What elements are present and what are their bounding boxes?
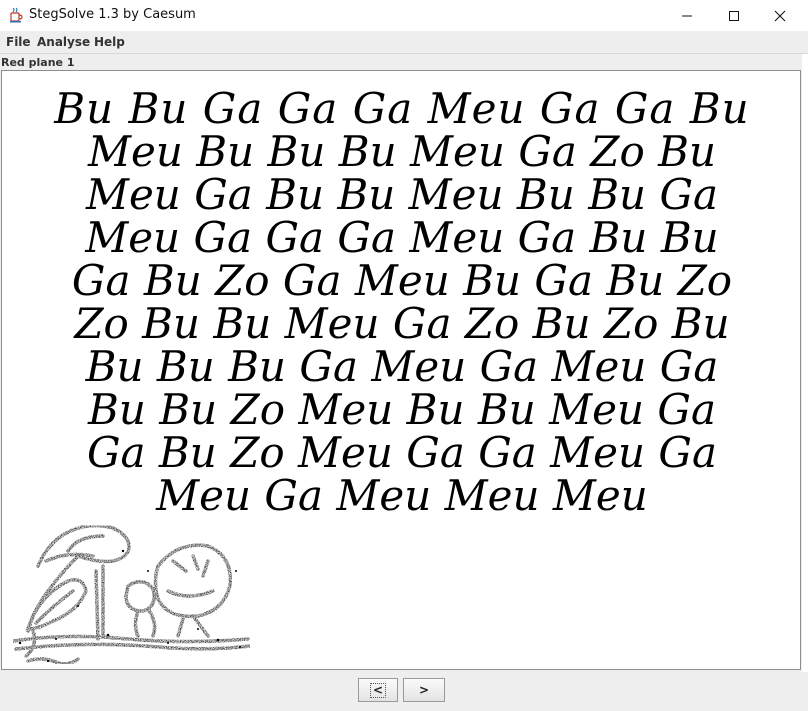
close-button[interactable] (757, 0, 803, 31)
maximize-button[interactable] (711, 0, 757, 31)
window-title: StegSolve 1.3 by Caesum (29, 7, 196, 22)
doodle-illustration (11, 523, 252, 666)
image-text-line: Meu Ga Bu Bu Meu Bu Bu Ga (85, 170, 719, 219)
close-icon (774, 10, 786, 21)
next-plane-label: > (418, 683, 430, 697)
image-text-block: Bu Bu Ga Ga Ga Meu Ga Ga Bu Meu Bu Bu Bu… (2, 84, 800, 517)
menu-help[interactable]: Help (94, 35, 125, 49)
previous-plane-label: < (369, 682, 387, 698)
stegsolve-window: StegSolve 1.3 by Caesum File Analyse Hel… (0, 0, 808, 711)
minimize-button[interactable] (664, 0, 710, 31)
image-view[interactable]: Bu Bu Ga Ga Ga Meu Ga Ga Bu Meu Bu Bu Bu… (1, 70, 801, 670)
menu-separator (0, 53, 808, 54)
plane-label: Red plane 1 (1, 56, 75, 69)
image-text-line: Meu Ga Ga Ga Meu Ga Bu Bu (85, 213, 719, 262)
menu-bar: File Analyse Help (0, 31, 808, 53)
image-text-line: Ga Bu Zo Ga Meu Bu Ga Bu Zo (71, 256, 733, 305)
right-edge (802, 54, 808, 672)
previous-plane-button[interactable]: < (358, 678, 398, 702)
bottom-nav-bar: < > (0, 672, 808, 711)
menu-analyse[interactable]: Analyse (37, 35, 90, 49)
next-plane-button[interactable]: > (403, 678, 445, 702)
minimize-icon (682, 15, 692, 16)
image-text-line: Bu Bu Bu Ga Meu Ga Meu Ga (85, 342, 719, 391)
menu-file[interactable]: File (6, 35, 31, 49)
image-text-line: Meu Bu Bu Bu Meu Ga Zo Bu (88, 127, 716, 176)
image-text-line: Bu Bu Zo Meu Bu Bu Meu Ga (88, 385, 716, 434)
maximize-icon (729, 10, 739, 21)
title-bar[interactable]: StegSolve 1.3 by Caesum (0, 0, 808, 32)
image-text-line: Zo Bu Bu Meu Ga Zo Bu Zo Bu (74, 299, 730, 348)
image-text-line: Ga Bu Zo Meu Ga Ga Meu Ga (86, 428, 718, 477)
java-cup-icon (8, 7, 24, 23)
image-text-line: Bu Bu Ga Ga Ga Meu Ga Ga Bu (54, 84, 750, 133)
